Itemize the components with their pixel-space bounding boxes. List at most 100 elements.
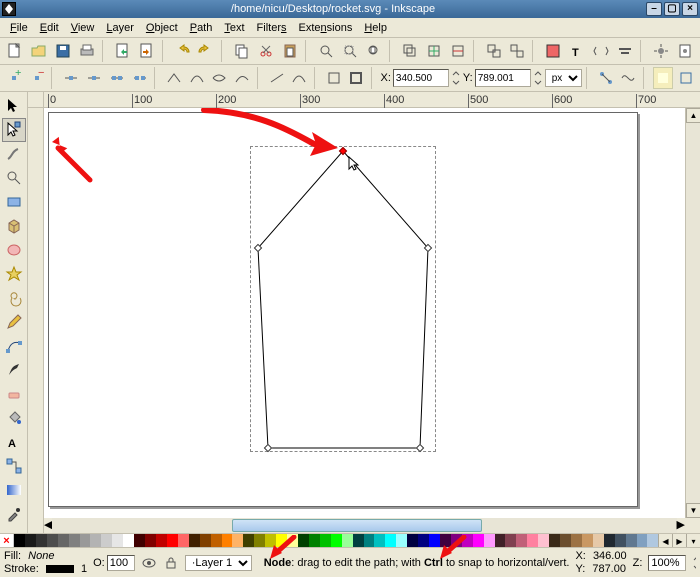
- open-button[interactable]: [28, 40, 50, 62]
- menu-object[interactable]: Object: [140, 20, 184, 36]
- color-swatch[interactable]: [571, 534, 582, 548]
- save-button[interactable]: [52, 40, 74, 62]
- fill-stroke-indicator[interactable]: Fill: None Stroke: 1: [4, 550, 87, 574]
- layer-lock-toggle[interactable]: [163, 554, 179, 572]
- menu-file[interactable]: File: [4, 20, 34, 36]
- color-swatch[interactable]: [647, 534, 658, 548]
- palette-scroll-right[interactable]: ▶: [672, 534, 686, 548]
- scroll-up-button[interactable]: ▲: [686, 108, 700, 123]
- color-swatch[interactable]: [615, 534, 626, 548]
- duplicate-button[interactable]: [399, 40, 421, 62]
- stroke-to-path-button[interactable]: [346, 67, 367, 89]
- undo-button[interactable]: [172, 40, 194, 62]
- color-swatch[interactable]: [582, 534, 593, 548]
- color-swatch[interactable]: [90, 534, 101, 548]
- palette-scroll-left[interactable]: ◀: [658, 534, 672, 548]
- color-swatch[interactable]: [385, 534, 396, 548]
- zoom-page-button[interactable]: [363, 40, 385, 62]
- bezier-tool[interactable]: [2, 334, 26, 358]
- node-auto-button[interactable]: [232, 67, 253, 89]
- join-segment-button[interactable]: [107, 67, 128, 89]
- text-tool[interactable]: A: [2, 430, 26, 454]
- scroll-right-button[interactable]: ▶: [677, 518, 685, 533]
- color-swatch[interactable]: [396, 534, 407, 548]
- text-dialog-button[interactable]: T: [566, 40, 588, 62]
- color-swatch[interactable]: [232, 534, 243, 548]
- preferences-button[interactable]: [650, 40, 672, 62]
- color-swatch[interactable]: [484, 534, 495, 548]
- group-button[interactable]: [483, 40, 505, 62]
- zoom-drawing-button[interactable]: [339, 40, 361, 62]
- color-swatch[interactable]: [112, 534, 123, 548]
- edit-clip-button[interactable]: [675, 67, 696, 89]
- color-swatch[interactable]: [167, 534, 178, 548]
- segment-line-button[interactable]: [266, 67, 287, 89]
- color-swatch[interactable]: [374, 534, 385, 548]
- color-swatch[interactable]: [69, 534, 80, 548]
- color-swatch[interactable]: [342, 534, 353, 548]
- color-swatch[interactable]: [593, 534, 604, 548]
- color-swatch[interactable]: [604, 534, 615, 548]
- menu-extensions[interactable]: Extensions: [293, 20, 359, 36]
- export-button[interactable]: [136, 40, 158, 62]
- palette-menu[interactable]: ▾: [686, 534, 700, 548]
- dropper-tool[interactable]: [2, 502, 26, 526]
- cut-button[interactable]: [255, 40, 277, 62]
- segment-curve-button[interactable]: [289, 67, 310, 89]
- color-swatch[interactable]: [178, 534, 189, 548]
- layer-select[interactable]: ·Layer 1: [185, 555, 252, 571]
- star-tool[interactable]: [2, 262, 26, 286]
- paste-button[interactable]: [279, 40, 301, 62]
- node-smooth-button[interactable]: [186, 67, 207, 89]
- unit-select[interactable]: px: [545, 69, 582, 87]
- coord-y-input[interactable]: [475, 69, 531, 87]
- menu-text[interactable]: Text: [218, 20, 250, 36]
- color-swatch[interactable]: [36, 534, 47, 548]
- redo-button[interactable]: [195, 40, 217, 62]
- swatch-none[interactable]: ×: [0, 534, 14, 548]
- node-symmetric-button[interactable]: [209, 67, 230, 89]
- scroll-track[interactable]: [686, 123, 700, 503]
- color-swatch[interactable]: [254, 534, 265, 548]
- scroll-left-button[interactable]: ◀: [44, 518, 52, 533]
- color-swatch[interactable]: [309, 534, 320, 548]
- clone-button[interactable]: [423, 40, 445, 62]
- color-swatch[interactable]: [145, 534, 156, 548]
- menu-layer[interactable]: Layer: [100, 20, 140, 36]
- join-nodes-button[interactable]: [84, 67, 105, 89]
- align-dialog-button[interactable]: [614, 40, 636, 62]
- color-swatch[interactable]: [407, 534, 418, 548]
- scroll-thumb[interactable]: [232, 519, 482, 532]
- color-swatch[interactable]: [320, 534, 331, 548]
- edited-path[interactable]: [250, 148, 436, 454]
- color-swatch[interactable]: [560, 534, 571, 548]
- color-swatch[interactable]: [189, 534, 200, 548]
- color-swatch[interactable]: [211, 534, 222, 548]
- color-swatch[interactable]: [527, 534, 538, 548]
- break-path-button[interactable]: [61, 67, 82, 89]
- menu-edit[interactable]: Edit: [34, 20, 65, 36]
- color-swatch[interactable]: [134, 534, 145, 548]
- menu-help[interactable]: Help: [358, 20, 393, 36]
- insert-node-button[interactable]: +: [4, 67, 25, 89]
- copy-button[interactable]: [231, 40, 253, 62]
- horizontal-scrollbar[interactable]: [52, 518, 676, 533]
- coord-x-input[interactable]: [393, 69, 449, 87]
- spiral-tool[interactable]: [2, 286, 26, 310]
- minimize-button[interactable]: –: [646, 2, 662, 16]
- canvas[interactable]: [44, 108, 685, 518]
- import-button[interactable]: [112, 40, 134, 62]
- menu-filters[interactable]: Filters: [251, 20, 293, 36]
- color-swatch[interactable]: [58, 534, 69, 548]
- spinner-icon[interactable]: [533, 70, 543, 86]
- close-button[interactable]: ×: [682, 2, 698, 16]
- rect-tool[interactable]: [2, 190, 26, 214]
- show-outline-button[interactable]: [618, 67, 639, 89]
- spinner-icon[interactable]: [451, 70, 461, 86]
- vertical-scrollbar[interactable]: ▲ ▼: [685, 108, 700, 518]
- tweak-tool[interactable]: [2, 142, 26, 166]
- color-swatch[interactable]: [538, 534, 549, 548]
- zoom-fit-button[interactable]: [315, 40, 337, 62]
- scroll-down-button[interactable]: ▼: [686, 503, 700, 518]
- fill-stroke-dialog-button[interactable]: [542, 40, 564, 62]
